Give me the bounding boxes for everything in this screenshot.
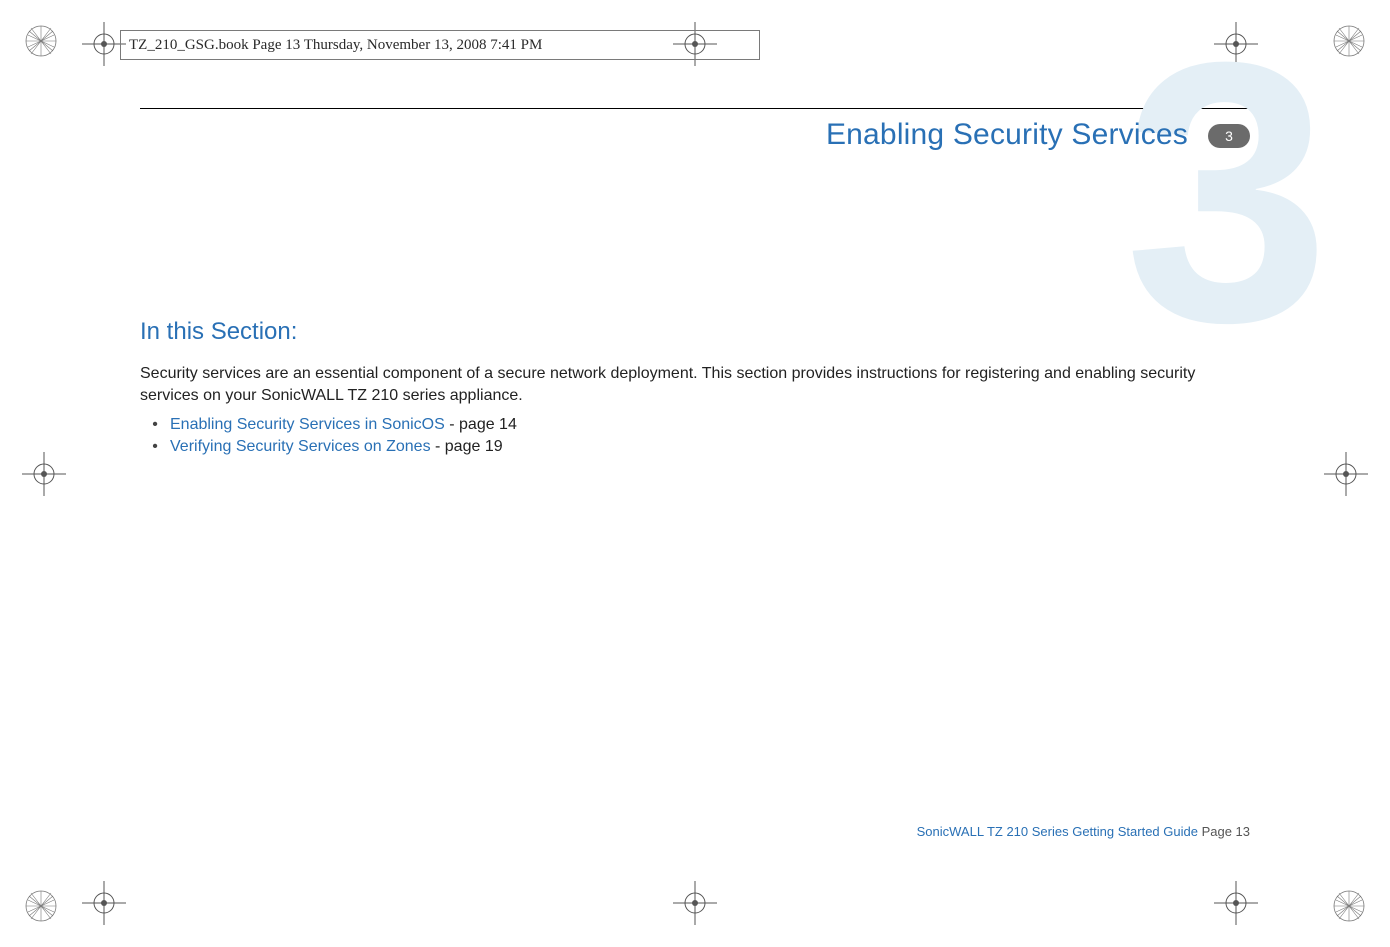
registration-mark-icon — [1212, 879, 1260, 927]
registration-mark-icon — [1322, 450, 1370, 498]
list-item: • Verifying Security Services on Zones -… — [140, 438, 1250, 456]
list-item-suffix: - page 19 — [431, 438, 503, 455]
intro-paragraph: Security services are an essential compo… — [140, 363, 1250, 406]
chapter-title: Enabling Security Services — [826, 118, 1188, 152]
top-rule — [140, 108, 1250, 109]
list-item: • Enabling Security Services in SonicOS … — [140, 416, 1250, 434]
crop-mark-icon — [1332, 889, 1366, 923]
crop-mark-icon — [24, 24, 58, 58]
registration-mark-icon — [20, 450, 68, 498]
list-item-link[interactable]: Enabling Security Services in SonicOS — [170, 416, 445, 433]
chapter-badge: 3 — [1208, 124, 1250, 148]
section-heading: In this Section: — [140, 318, 297, 346]
bullet-list: • Enabling Security Services in SonicOS … — [140, 416, 1250, 460]
page-content: 3 Enabling Security Services 3 In this S… — [140, 108, 1250, 839]
list-item-link[interactable]: Verifying Security Services on Zones — [170, 438, 431, 455]
crop-mark-icon — [24, 889, 58, 923]
chapter-badge-number: 3 — [1225, 128, 1233, 144]
crop-mark-icon — [1332, 24, 1366, 58]
document-header-text: TZ_210_GSG.book Page 13 Thursday, Novemb… — [129, 37, 542, 54]
footer-page-number: Page 13 — [1198, 824, 1250, 839]
page-footer: SonicWALL TZ 210 Series Getting Started … — [917, 824, 1250, 839]
list-item-suffix: - page 14 — [445, 416, 517, 433]
document-header-tag: TZ_210_GSG.book Page 13 Thursday, Novemb… — [120, 30, 760, 60]
registration-mark-icon — [671, 879, 719, 927]
registration-mark-icon — [80, 879, 128, 927]
bullet-icon: • — [140, 416, 170, 434]
chapter-number-watermark: 3 — [1124, 8, 1330, 378]
footer-guide-name: SonicWALL TZ 210 Series Getting Started … — [917, 824, 1198, 839]
bullet-icon: • — [140, 438, 170, 456]
